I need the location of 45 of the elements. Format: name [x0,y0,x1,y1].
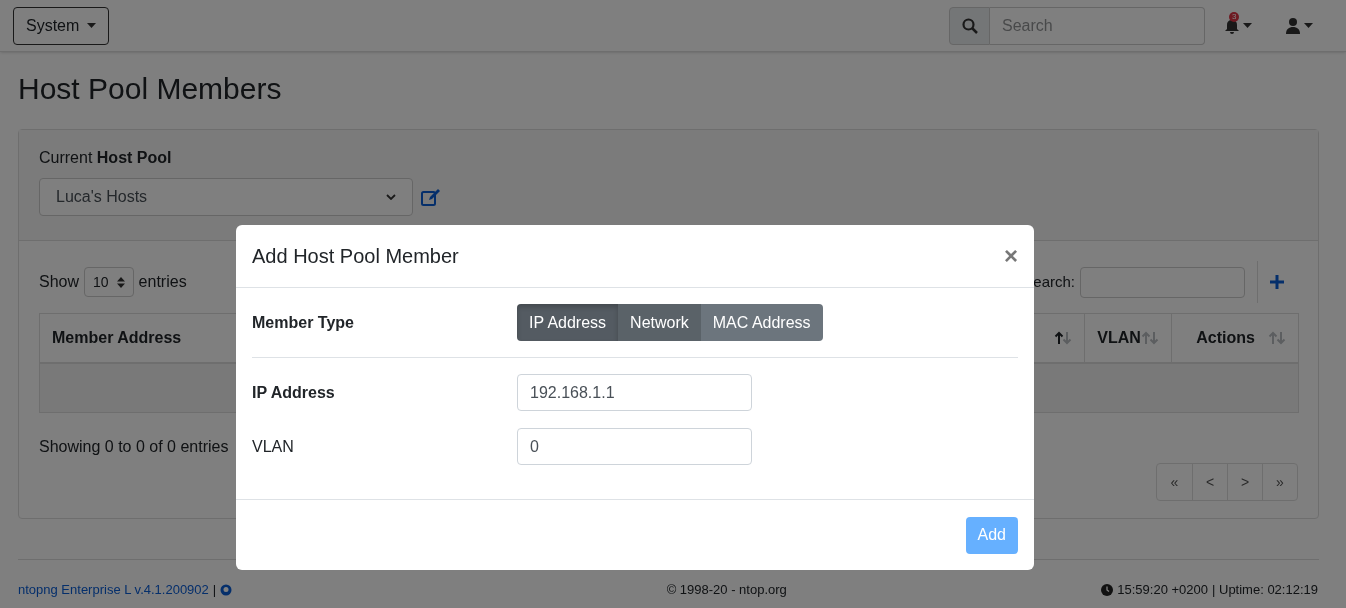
add-icon[interactable] [1270,275,1284,289]
close-button[interactable]: × [1004,244,1018,268]
user-menu-button[interactable] [1286,17,1313,34]
stepper-icon [116,276,125,288]
entries-info: Showing 0 to 0 of 0 entries [39,437,229,457]
caret-icon [1304,23,1313,28]
text-field[interactable]: 192.168.1.1 [517,374,752,411]
clock-icon [1101,583,1114,596]
member-type-option[interactable]: MAC Address [700,304,823,341]
page-size-select[interactable]: 10 [84,267,134,297]
pagination-button[interactable]: » [1262,464,1297,500]
pool-select[interactable]: Luca's Hosts [39,178,413,216]
pagination-button[interactable]: > [1227,464,1262,500]
text-field[interactable]: 0 [517,428,752,465]
field-label: IP Address [252,382,336,403]
show-label: Show [39,272,80,292]
copyright: © 1998-20 - ntop.org [666,581,787,599]
caret-icon [1243,23,1252,28]
member-type-option[interactable]: Network [618,304,701,341]
pagination-button[interactable]: < [1192,464,1227,500]
caret-icon [87,23,97,28]
edit-icon[interactable] [421,188,440,206]
modal-title: Add Host Pool Member [252,244,459,269]
search-button[interactable] [949,6,990,45]
field-label: VLAN [252,436,295,457]
notification-count: 3 [1229,11,1240,22]
page-title: Host Pool Members [18,71,283,107]
clock-time: 15:59:20 +0200 [1117,581,1208,599]
version-link[interactable]: ntopng Enterprise L v.4.1.200902 [18,580,209,600]
search-label: earch: [1033,271,1075,292]
chevron-icon [386,194,396,200]
pagination-button[interactable]: « [1157,464,1192,500]
sort-icon[interactable] [1054,331,1073,345]
search-icon [961,17,978,34]
pool-label: Current Host Pool [39,148,173,168]
entries-label: entries [138,272,187,292]
separator: | [212,581,217,599]
user-icon [1286,17,1300,34]
system-menu-button[interactable]: System [13,6,110,45]
member-type-label: Member Type [252,312,355,333]
column-header[interactable]: VLAN [1084,314,1172,362]
uptime: | Uptime: 02:12:19 [1212,581,1318,599]
column-header[interactable]: Actions [1171,314,1298,362]
member-type-option[interactable]: IP Address [517,304,619,341]
table-search-field[interactable] [1080,266,1245,298]
